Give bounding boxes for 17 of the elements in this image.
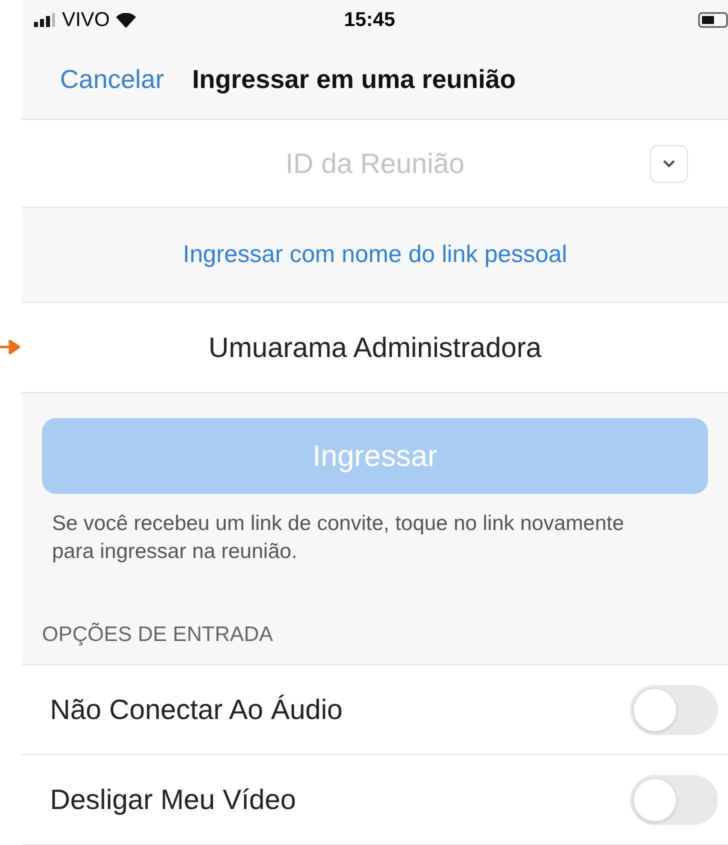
toggle-switch[interactable] — [630, 684, 718, 734]
option-label: Desligar Meu Vídeo — [50, 782, 296, 817]
arrow-icon — [0, 340, 20, 354]
section-header: OPÇÕES DE ENTRADA — [41, 622, 274, 648]
help-text: Se você recebeu um link de convite, toque no link novamente para ingressar na reunião. — [51, 511, 626, 565]
status-time: 15:45 — [344, 8, 396, 33]
option-label: Não Conectar Ao Áudio — [50, 692, 343, 726]
chevron-down-icon — [662, 159, 676, 168]
dropdown-button[interactable] — [650, 144, 688, 182]
wifi-icon — [116, 12, 136, 28]
battery-icon — [698, 12, 728, 28]
toggle-switch[interactable] — [630, 774, 718, 824]
carrier-name: VIVO — [62, 8, 110, 33]
cancel-button[interactable]: Cancelar — [60, 60, 164, 99]
screen-title: Ingressar em uma reunião — [192, 63, 516, 96]
signal-icon — [34, 13, 56, 27]
personal-link[interactable]: Ingressar com nome do link pessoal — [182, 237, 568, 273]
